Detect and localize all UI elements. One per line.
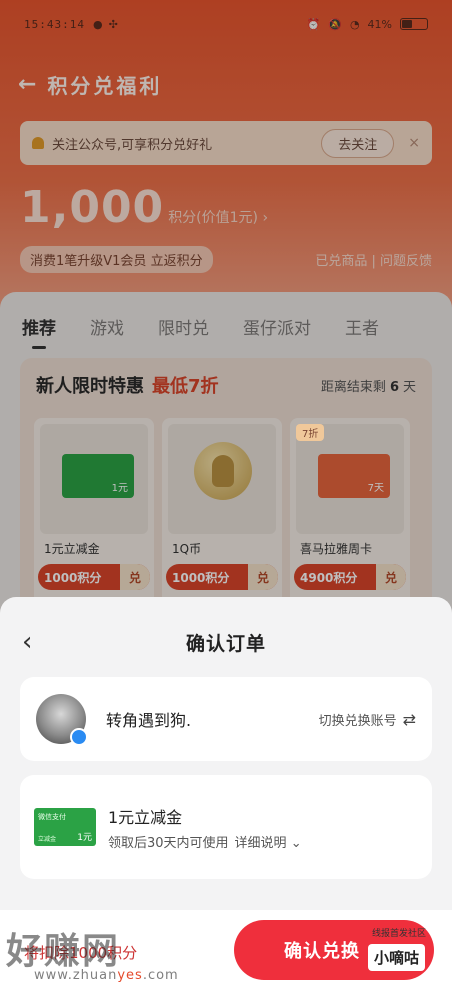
- product-info: 1元立减金 领取后30天内可使用 详细说明 ⌄: [108, 804, 302, 851]
- detail-link[interactable]: 详细说明 ⌄: [235, 832, 302, 851]
- account-name: 转角遇到狗.: [106, 711, 192, 730]
- watermark-url-right: xdgit.com: [382, 980, 442, 993]
- account-card[interactable]: 转角遇到狗. 切换兑换账号 ⇄: [20, 677, 432, 761]
- switch-account-button[interactable]: 切换兑换账号 ⇄: [319, 710, 416, 729]
- chevron-down-icon: ⌄: [290, 835, 302, 851]
- product-desc: 领取后30天内可使用 详细说明 ⌄: [108, 832, 302, 851]
- discount-tag: 7折: [296, 424, 325, 441]
- order-product-name: 1元立减金: [108, 807, 183, 827]
- watermark-logo-left: 好赚网: [6, 931, 121, 972]
- watermark-url-left: www.zhuanyes.com: [34, 968, 179, 983]
- swap-icon: ⇄: [402, 709, 416, 729]
- watermark-tagline-right: 线报首发社区: [372, 929, 427, 939]
- wechat-pay-card-icon: 微信支付 立减金 1元: [34, 808, 96, 846]
- sheet-title: 确认订单: [185, 632, 266, 655]
- avatar: [36, 694, 88, 746]
- qq-badge-icon: [70, 728, 88, 746]
- order-product-card: 微信支付 立减金 1元 1元立减金 领取后30天内可使用 详细说明 ⌄: [20, 775, 432, 879]
- watermark-logo-right: 小嘀咕: [368, 944, 426, 971]
- sheet-header: ‹ 确认订单: [0, 625, 452, 659]
- chevron-left-icon[interactable]: ‹: [22, 627, 32, 657]
